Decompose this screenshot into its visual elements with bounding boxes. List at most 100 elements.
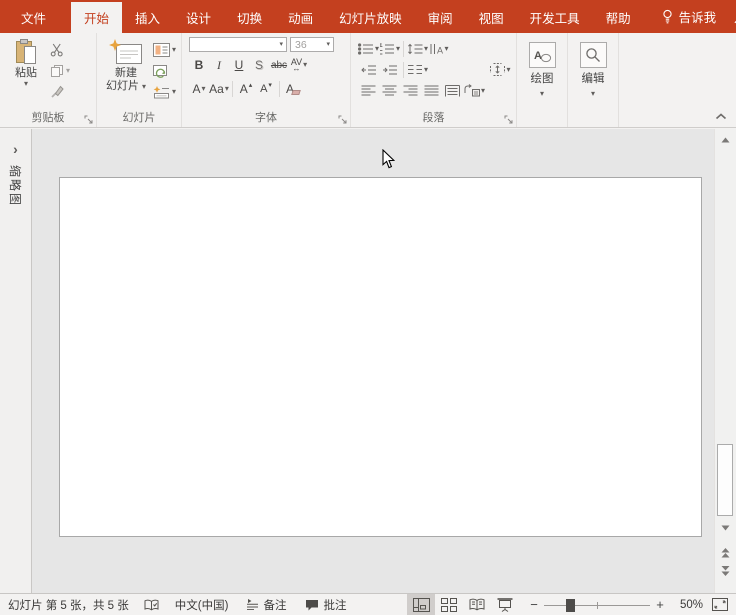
slide-show-button[interactable] (491, 594, 519, 615)
strikethrough-button[interactable]: abc (269, 56, 289, 75)
collapse-ribbon-button[interactable] (715, 113, 727, 120)
next-slide-button[interactable] (715, 562, 736, 580)
tab-animations[interactable]: 动画 (275, 2, 326, 33)
zoom-in-button[interactable]: + (653, 597, 667, 612)
font-name-combobox[interactable]: ▾ (189, 37, 287, 52)
justify-icon (424, 85, 439, 96)
new-slide-button[interactable]: 新建 幻灯片 ▾ (101, 36, 151, 102)
cut-button[interactable] (48, 39, 72, 60)
clear-formatting-button[interactable]: A (283, 80, 303, 99)
drawing-button[interactable]: A 绘图 ▾ (517, 33, 567, 127)
tab-review[interactable]: 审阅 (415, 2, 466, 33)
slide-layout-icon (153, 43, 170, 57)
scrollbar-thumb[interactable] (717, 444, 733, 516)
tab-help[interactable]: 帮助 (593, 2, 644, 33)
normal-view-icon (413, 598, 430, 612)
normal-view-button[interactable] (407, 594, 435, 615)
vertical-scrollbar (714, 129, 736, 593)
slide-canvas[interactable] (59, 177, 702, 537)
layout-button[interactable]: ▾ (151, 39, 178, 60)
copy-button[interactable]: ▾ (48, 60, 72, 81)
paragraph-group-label: 段落 (351, 111, 516, 126)
text-shadow-button[interactable]: S (249, 56, 269, 75)
slide-sorter-view-button[interactable] (435, 594, 463, 615)
expand-thumbnails-chevron-icon[interactable]: › (0, 141, 31, 157)
tab-slideshow[interactable]: 幻灯片放映 (326, 2, 415, 33)
copy-icon (50, 64, 64, 78)
bold-button[interactable]: B (189, 56, 209, 75)
slide-show-icon (497, 598, 513, 612)
underline-button[interactable]: U (229, 56, 249, 75)
tab-transitions[interactable]: 切换 (224, 2, 275, 33)
line-spacing-button[interactable]: ▾ (407, 40, 428, 58)
scroll-up-button[interactable] (715, 131, 736, 149)
tell-me-button[interactable]: 告诉我 (679, 7, 717, 26)
align-text-icon (490, 63, 505, 76)
clipboard-dialog-launcher[interactable] (84, 115, 93, 124)
font-size-combobox[interactable]: 36 ▾ (290, 37, 334, 52)
shrink-font-label: A (260, 83, 267, 95)
italic-button[interactable]: I (209, 56, 229, 75)
zoom-level[interactable]: 50% (671, 599, 703, 611)
dropdown-arrow-icon: ▾ (142, 82, 146, 91)
numbering-button[interactable]: ▾ (379, 40, 400, 58)
fit-slide-to-window-button[interactable] (712, 598, 728, 611)
distribute-text-icon (445, 85, 460, 97)
character-spacing-button[interactable]: AV↔ ▾ (289, 56, 309, 75)
comments-toggle-button[interactable]: 批注 (305, 597, 346, 613)
reset-slide-button[interactable] (151, 60, 178, 81)
group-drawing: A 绘图 ▾ (517, 33, 568, 127)
tab-design[interactable]: 设计 (173, 2, 224, 33)
paste-button[interactable]: 粘贴 ▾ (4, 36, 48, 102)
text-direction-button[interactable]: A ▾ (428, 40, 449, 58)
scroll-down-button[interactable] (715, 519, 736, 537)
font-size-value: 36 (291, 39, 307, 51)
change-case-button[interactable]: Aa ▾ (209, 80, 229, 99)
notes-toggle-button[interactable]: 备注 (246, 597, 286, 613)
decrease-indent-button[interactable] (358, 61, 379, 79)
zoom-slider[interactable] (544, 598, 650, 612)
line-spacing-icon (407, 43, 423, 55)
zoom-out-button[interactable]: − (527, 597, 541, 612)
align-center-button[interactable] (379, 82, 400, 100)
paragraph-dialog-launcher[interactable] (504, 115, 513, 124)
tab-file[interactable]: 文件 (8, 2, 59, 33)
align-right-button[interactable] (400, 82, 421, 100)
bullets-button[interactable]: ▾ (358, 40, 379, 58)
convert-to-smartart-button[interactable]: ▾ (463, 82, 485, 100)
group-paragraph: ▾ ▾ ▾ A ▾ (351, 33, 517, 127)
dropdown-arrow-icon: ▾ (276, 41, 286, 49)
increase-font-size-button[interactable]: A ▴ (236, 80, 256, 99)
thumbnail-pane-collapsed: › 缩略图 (0, 129, 32, 593)
language-button[interactable]: 中文(中国) (175, 597, 229, 613)
tab-developer[interactable]: 开发工具 (517, 2, 593, 33)
eraser-icon (291, 90, 301, 95)
group-editing: 编辑 ▾ (568, 33, 619, 127)
tab-view[interactable]: 视图 (466, 2, 517, 33)
tab-insert[interactable]: 插入 (122, 2, 173, 33)
distribute-text-button[interactable] (442, 82, 463, 100)
align-text-button[interactable]: ▾ (490, 61, 511, 79)
justify-button[interactable] (421, 82, 442, 100)
font-dialog-launcher[interactable] (338, 115, 347, 124)
slide-counter[interactable]: 幻灯片 第 5 张，共 5 张 (8, 597, 129, 613)
text-direction-icon: A (429, 43, 444, 55)
ribbon-tab-bar: 文件 开始 插入 设计 切换 动画 幻灯片放映 审阅 视图 开发工具 帮助 告诉… (0, 0, 736, 33)
divider (232, 81, 233, 97)
editing-button[interactable]: 编辑 ▾ (568, 33, 618, 127)
reading-view-button[interactable] (463, 594, 491, 615)
font-color-button[interactable]: A ▾ (189, 80, 209, 99)
columns-button[interactable]: ▾ (407, 61, 428, 79)
zoom-slider-thumb[interactable] (566, 599, 575, 612)
previous-slide-button[interactable] (715, 544, 736, 562)
format-painter-button[interactable] (48, 81, 72, 102)
increase-indent-button[interactable] (379, 61, 400, 79)
align-left-icon (361, 85, 376, 96)
align-left-button[interactable] (358, 82, 379, 100)
zoom-slider-center-tick (597, 602, 598, 609)
tab-home[interactable]: 开始 (71, 2, 122, 33)
thumbnails-vertical-label[interactable]: 缩略图 (7, 165, 24, 207)
spell-check-button[interactable] (144, 599, 159, 611)
section-button[interactable]: ▾ (151, 81, 178, 102)
decrease-font-size-button[interactable]: A ▾ (256, 80, 276, 99)
